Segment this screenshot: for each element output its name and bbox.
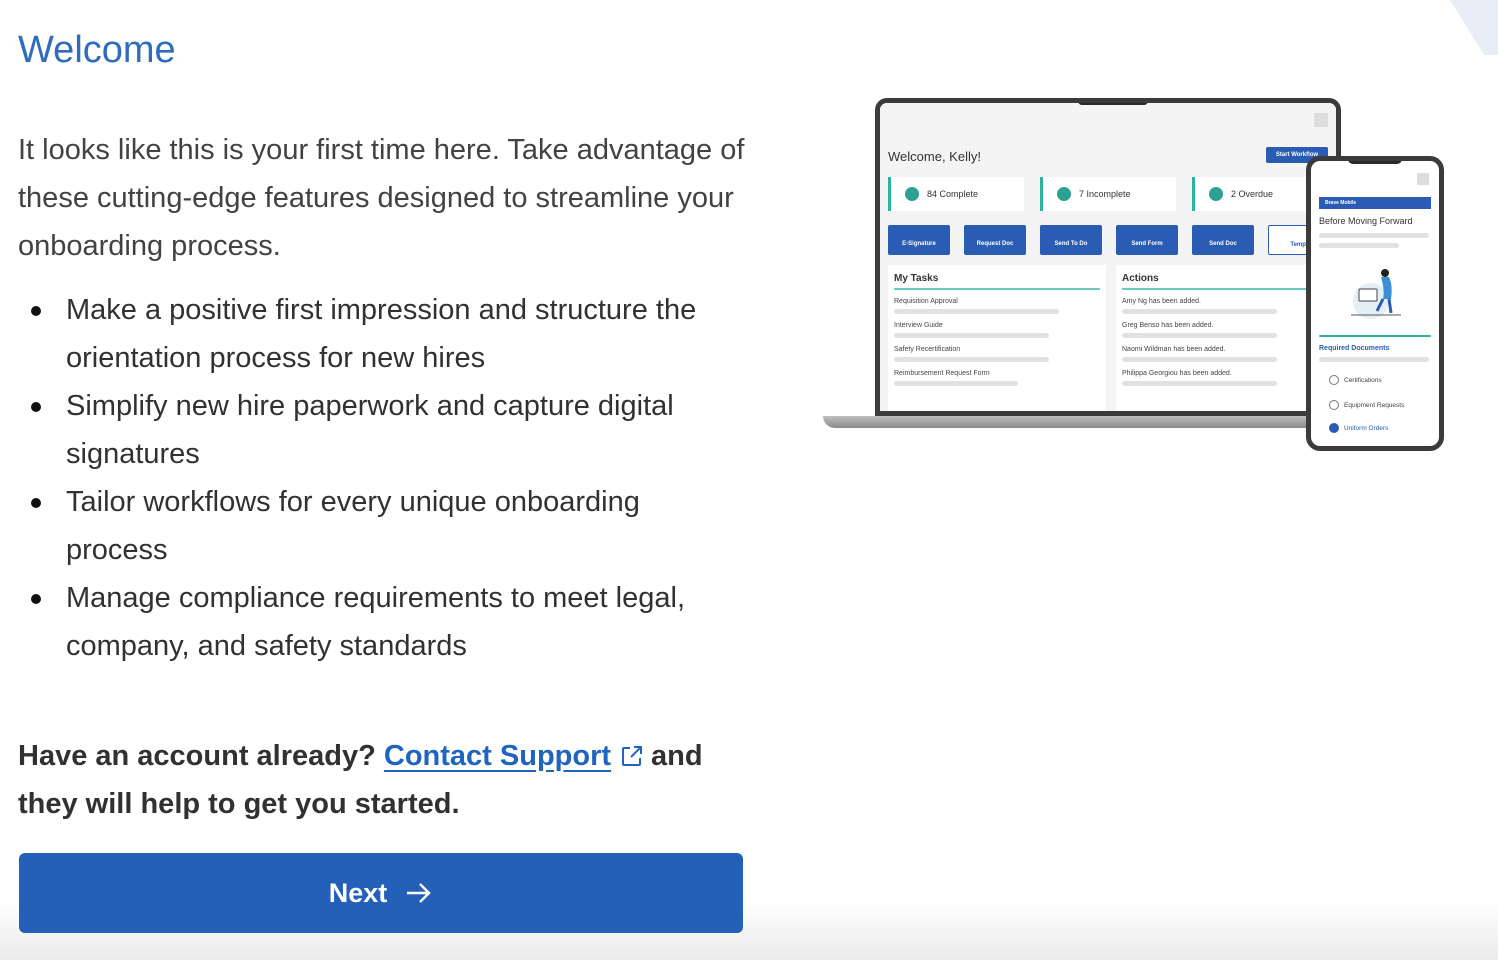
mock-phone-header: Brave Mobile <box>1319 197 1431 209</box>
mock-quick-action: E-Signature <box>888 225 950 255</box>
bullet-icon <box>31 498 41 508</box>
phone-speaker <box>1348 161 1402 164</box>
feature-list: Make a positive first impression and str… <box>18 286 748 670</box>
mock-phone-title: Before Moving Forward <box>1319 216 1413 226</box>
mock-quick-action: Request Doc <box>964 225 1026 255</box>
current-step-icon <box>1329 423 1339 433</box>
intro-text: It looks like this is your first time he… <box>18 134 745 262</box>
next-button[interactable]: Next <box>19 853 743 933</box>
mock-quick-action: Send Form <box>1116 225 1178 255</box>
divider <box>1122 288 1328 290</box>
list-item: Tailor workflows for every unique onboar… <box>18 478 748 574</box>
mock-task-row: Safety Recertification <box>894 346 1100 362</box>
laptop-camera <box>1078 103 1148 105</box>
mock-welcome-text: Welcome, Kelly! <box>888 149 981 164</box>
person-at-desk-icon <box>1351 269 1401 319</box>
onboarding-illustration: Welcome, Kelly! Start Workflow 84 Comple… <box>820 96 1450 456</box>
mock-panel-title: Actions <box>1122 273 1159 284</box>
check-circle-icon <box>1329 375 1339 385</box>
mock-panel-title: My Tasks <box>894 273 939 284</box>
mock-stat-card: 84 Complete <box>888 177 1024 211</box>
mock-stat-card: 7 Incomplete <box>1040 177 1176 211</box>
window-control-icon <box>1417 173 1429 185</box>
mock-task-row: Requisition Approval <box>894 298 1100 314</box>
corner-decoration <box>1450 0 1498 55</box>
welcome-content: Welcome It looks like this is your first… <box>18 28 748 828</box>
laptop-screen: Welcome, Kelly! Start Workflow 84 Comple… <box>880 103 1336 411</box>
list-item: Simplify new hire paperwork and capture … <box>18 382 748 478</box>
mock-doc-item: Uniform Orders <box>1329 423 1388 433</box>
arrow-right-icon <box>407 883 431 903</box>
placeholder-bar <box>1319 243 1399 248</box>
mock-actions-panel: Actions Amy Ng has been added. Greg Bens… <box>1116 265 1334 411</box>
alert-icon <box>1209 187 1223 201</box>
mock-task-row: Reimbursement Request Form <box>894 370 1100 386</box>
phone-mockup: Brave Mobile Before Moving Forward Requi… <box>1306 156 1444 451</box>
page-title: Welcome <box>18 29 176 71</box>
next-button-label: Next <box>328 877 388 908</box>
mock-required-docs-title: Required Documents <box>1319 345 1390 352</box>
bullet-icon <box>31 594 41 604</box>
bullet-icon <box>31 306 41 316</box>
mock-action-row: Naomi Wildman has been added. <box>1122 346 1328 362</box>
list-item: Make a positive first impression and str… <box>18 286 748 382</box>
clock-icon <box>1057 187 1071 201</box>
mock-doc-item: Equipment Requests <box>1329 400 1404 410</box>
divider <box>894 288 1100 290</box>
mock-my-tasks-panel: My Tasks Requisition Approval Interview … <box>888 265 1106 411</box>
bullet-icon <box>31 402 41 412</box>
placeholder-bar <box>1319 357 1429 362</box>
laptop-mockup: Welcome, Kelly! Start Workflow 84 Comple… <box>875 98 1341 416</box>
mock-quick-action: Send Doc <box>1192 225 1254 255</box>
external-link-icon[interactable] <box>619 743 645 769</box>
mock-task-row: Interview Guide <box>894 322 1100 338</box>
account-prefix: Have an account already? <box>18 740 376 772</box>
account-help-text: Have an account already? Contact Support… <box>18 732 748 828</box>
mock-action-row: Greg Benso has been added. <box>1122 322 1328 338</box>
divider <box>1319 335 1431 337</box>
contact-support-link[interactable]: Contact Support <box>384 740 611 772</box>
mock-doc-item: Certifications <box>1329 375 1382 385</box>
check-circle-icon <box>1329 400 1339 410</box>
mock-action-row: Amy Ng has been added. <box>1122 298 1328 314</box>
list-item: Manage compliance requirements to meet l… <box>18 574 748 670</box>
check-icon <box>905 187 919 201</box>
mock-quick-action: Send To Do <box>1040 225 1102 255</box>
window-control-icon <box>1314 113 1328 127</box>
placeholder-bar <box>1319 233 1429 238</box>
mock-action-row: Philippa Georgiou has been added. <box>1122 370 1328 386</box>
